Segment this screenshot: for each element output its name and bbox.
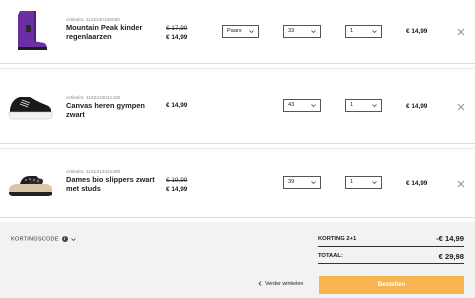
product-image-sneaker[interactable] — [6, 81, 54, 129]
product-image-slipper[interactable] — [6, 159, 54, 207]
old-price: € 17,99 — [166, 25, 188, 32]
info-icon[interactable]: i — [61, 236, 68, 242]
product-name[interactable]: Canvas heren gympen zwart — [66, 101, 156, 119]
current-price: € 14,99 — [166, 34, 188, 41]
product-name[interactable]: Mountain Peak kinder regenlaarzen — [66, 23, 156, 41]
quantity-select[interactable]: 1 — [345, 176, 382, 189]
cart-item-2: Artikelnr. 1162210041430 Canvas heren gy… — [0, 68, 475, 144]
color-select-value: Paars — [227, 28, 242, 34]
quantity-select-value: 1 — [350, 102, 354, 108]
quantity-select[interactable]: 1 — [345, 25, 382, 38]
quantity-select[interactable]: 1 — [345, 99, 382, 112]
chevron-down-icon — [249, 30, 254, 33]
size-select-value: 39 — [288, 179, 295, 185]
close-icon[interactable] — [456, 179, 466, 189]
total-value: € 29,98 — [438, 252, 464, 261]
old-price: € 19,99 — [166, 177, 188, 184]
discount-value: -€ 14,99 — [436, 234, 464, 243]
cart-item-1: Artikelnr. 1115230106030 Mountain Peak k… — [0, 0, 475, 64]
discount-label: KORTING 2+1 — [318, 236, 357, 242]
quantity-select-value: 1 — [350, 28, 354, 34]
size-select[interactable]: 33 — [283, 25, 321, 38]
chevron-down-icon — [311, 30, 316, 33]
product-image-rain-boot[interactable] — [6, 7, 54, 55]
continue-shopping-label: Verder winkelen — [265, 281, 304, 287]
chevron-down-icon — [311, 181, 316, 184]
color-select[interactable]: Paars — [222, 25, 259, 38]
order-button[interactable]: Bestellen — [319, 276, 464, 294]
chevron-left-icon — [258, 281, 262, 286]
close-icon[interactable] — [456, 102, 466, 112]
close-icon[interactable] — [456, 27, 466, 37]
line-total: € 14,99 — [406, 103, 428, 110]
continue-shopping-link[interactable]: Verder winkelen — [258, 281, 303, 287]
product-name[interactable]: Dames bio slippers zwart met studs — [66, 175, 156, 193]
summary-divider — [318, 246, 464, 247]
size-select-value: 43 — [288, 102, 295, 108]
line-total: € 14,99 — [406, 28, 428, 35]
chevron-down-icon — [70, 237, 76, 241]
summary-divider — [318, 263, 464, 264]
coupon-label: KORTINGSCODE — [11, 236, 59, 243]
size-select[interactable]: 39 — [283, 176, 321, 189]
line-total: € 14,99 — [406, 180, 428, 187]
current-price: € 14,99 — [166, 102, 188, 109]
coupon-toggle[interactable]: KORTINGSCODE i — [11, 236, 76, 242]
chevron-down-icon — [372, 30, 377, 33]
quantity-select-value: 1 — [350, 179, 354, 185]
current-price: € 14,99 — [166, 186, 188, 193]
total-label: TOTAAL: — [318, 253, 343, 259]
size-select[interactable]: 43 — [283, 99, 321, 112]
size-select-value: 33 — [288, 28, 295, 34]
chevron-down-icon — [372, 104, 377, 107]
chevron-down-icon — [311, 104, 316, 107]
chevron-down-icon — [372, 181, 377, 184]
cart-item-3: Artikelnr. 1161313441390 Dames bio slipp… — [0, 148, 475, 218]
